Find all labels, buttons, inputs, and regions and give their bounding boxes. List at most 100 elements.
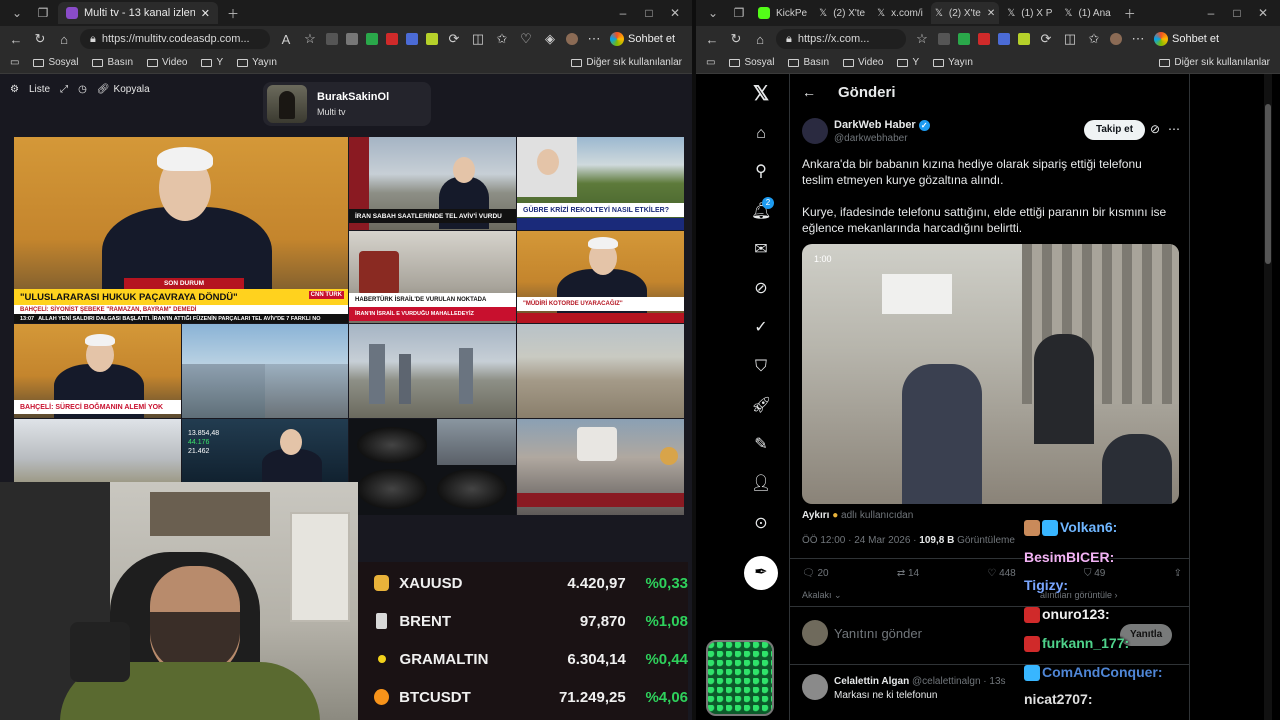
extension-icon[interactable] (326, 33, 338, 45)
streamer-profile-card[interactable]: BurakSakinOl Multi tv (263, 82, 431, 126)
post-video[interactable]: 1:00 (802, 244, 1179, 504)
bookmark-action[interactable]: ⛉ 49 (1084, 568, 1105, 579)
channel-tile[interactable] (182, 324, 348, 418)
repost-action[interactable]: ⇄ 14 (897, 568, 919, 579)
timer-button[interactable]: ◷ (78, 84, 87, 95)
sync-icon[interactable]: ⟳ (1038, 31, 1054, 47)
bookmarks-toggle-icon[interactable]: ▭ (706, 57, 715, 68)
commenter-avatar[interactable] (802, 674, 828, 700)
tab-x[interactable]: 𝕏 (2) X'te (815, 2, 869, 24)
grok-explain-icon[interactable]: ⊘ (1150, 122, 1160, 136)
articles-icon[interactable]: ✎ (751, 435, 771, 455)
close-window-icon[interactable]: ✕ (1252, 6, 1274, 20)
workspaces-icon[interactable]: ❐ (32, 6, 54, 20)
more-circle-icon[interactable]: ⊙ (751, 514, 771, 534)
video-source[interactable]: Aykırı ● adlı kullanıcıdan (802, 510, 913, 521)
scrollbar-thumb[interactable] (1265, 104, 1271, 264)
channel-tile-main[interactable]: SON DURUM "ULUSLARARASI HUKUK PAÇAVRAYA … (14, 137, 348, 323)
verified-icon[interactable]: ✓ (751, 318, 771, 338)
tab-x[interactable]: 𝕏 (1) Ana (1060, 2, 1114, 24)
bookmark-folder[interactable]: Video (843, 57, 883, 68)
bookmark-folder[interactable]: Sosyal (729, 57, 774, 68)
channel-tile[interactable]: 13.854,48 44.176 21.462 (182, 419, 348, 485)
home-icon[interactable]: ⌂ (751, 124, 771, 144)
close-tab-icon[interactable]: ✕ (201, 7, 210, 20)
post-more-icon[interactable]: ⋯ (1168, 122, 1180, 136)
profile-avatar-icon[interactable] (1110, 33, 1122, 45)
maximize-icon[interactable]: □ (638, 6, 660, 20)
collections-icon[interactable]: ♡ (518, 31, 534, 47)
extension-icon[interactable] (998, 33, 1010, 45)
profile-icon[interactable]: 👤︎ (751, 474, 771, 494)
bookmark-folder[interactable]: Basın (92, 57, 133, 68)
bookmark-folder[interactable]: Y (897, 57, 919, 68)
tab-x-active[interactable]: 𝕏 (2) X'te ✕ (930, 2, 1000, 24)
bookmarks-toggle-icon[interactable]: ▭ (10, 57, 19, 68)
back-icon[interactable]: ← (704, 32, 720, 47)
messages-icon[interactable]: ✉ (751, 240, 771, 260)
fullscreen-button[interactable]: ⤢ (60, 84, 68, 95)
search-icon[interactable]: ⚲ (751, 162, 771, 182)
extension-icon[interactable] (406, 33, 418, 45)
channel-tile[interactable] (517, 324, 684, 418)
tab-menu-icon[interactable]: ⌄ (702, 6, 724, 20)
extension-icon[interactable] (958, 33, 970, 45)
copilot-chat-button[interactable]: Sohbet et (1154, 32, 1219, 46)
extension-icon[interactable] (346, 33, 358, 45)
grok-icon[interactable]: ⊘ (751, 279, 771, 299)
follow-button[interactable]: Takip et (1084, 120, 1146, 140)
like-action[interactable]: ♡ 448 (987, 568, 1015, 579)
read-aloud-icon[interactable]: A (278, 32, 294, 47)
close-tab-icon[interactable]: ✕ (987, 8, 995, 19)
extension-icon[interactable] (386, 33, 398, 45)
reply-action[interactable]: 🗨︎ 20 (802, 568, 829, 579)
home-icon[interactable]: ⌂ (752, 32, 768, 47)
list-button[interactable]: Liste (29, 84, 50, 95)
favorites-icon[interactable]: ✩ (494, 31, 510, 47)
extension-icon[interactable] (426, 33, 438, 45)
reply-audience[interactable]: Akalakı ⌄ (802, 590, 842, 601)
scrollbar[interactable] (1264, 74, 1272, 720)
bookmark-folder[interactable]: Y (201, 57, 223, 68)
browser-essentials-icon[interactable]: ◈ (542, 31, 558, 47)
refresh-icon[interactable]: ↻ (32, 31, 48, 47)
bookmark-folder[interactable]: Video (147, 57, 187, 68)
new-tab-icon[interactable]: ＋ (1119, 5, 1141, 22)
profile-avatar-icon[interactable] (566, 33, 578, 45)
tab-x[interactable]: 𝕏 (1) X P (1003, 2, 1056, 24)
favorite-star-icon[interactable]: ☆ (914, 31, 930, 47)
bookmark-folder[interactable]: Yayın (933, 57, 973, 68)
compose-post-button[interactable]: ✒ (744, 556, 778, 590)
copilot-chat-button[interactable]: Sohbet et (610, 32, 675, 46)
rocket-icon[interactable]: 🚀︎ (751, 396, 771, 416)
channel-tile[interactable]: HABERTÜRK İSRAİL'DE VURULAN NOKTADA İRAN… (349, 231, 516, 323)
minimize-icon[interactable]: – (612, 6, 634, 20)
commenter-name[interactable]: Celalettin Algan (834, 676, 909, 687)
more-icon[interactable]: ⋯ (1130, 31, 1146, 47)
extension-icon[interactable] (366, 33, 378, 45)
channel-tile[interactable]: BAHÇELİ: SÜRECİ BOĞMANIN ALEMİ YOK (14, 324, 181, 418)
reply-input[interactable]: Yanıtını gönder (834, 626, 922, 641)
copy-button[interactable]: 🔗︎ Kopyala (97, 84, 150, 95)
channel-tile[interactable] (517, 419, 684, 515)
address-bar[interactable]: 🔒︎ https://multitv.codeasdp.com... (80, 29, 270, 49)
bookmark-folder[interactable]: Yayın (237, 57, 277, 68)
address-bar[interactable]: 🔒︎ https://x.com... (776, 29, 906, 49)
split-screen-icon[interactable]: ◫ (470, 31, 486, 47)
channel-tile[interactable]: GÜBRE KRİZİ REKOLTEYİ NASIL ETKİLER? (517, 137, 684, 230)
notifications-bell-icon[interactable]: 🔔︎ 2 (751, 197, 774, 222)
home-icon[interactable]: ⌂ (56, 32, 72, 47)
favorite-star-icon[interactable]: ☆ (302, 31, 318, 47)
author-avatar[interactable] (802, 118, 828, 144)
close-window-icon[interactable]: ✕ (664, 6, 686, 20)
favorites-icon[interactable]: ✩ (1086, 31, 1102, 47)
author-name[interactable]: DarkWeb Haber ✓ (834, 119, 930, 131)
tab-kick[interactable]: KickPe (754, 2, 811, 24)
minimize-icon[interactable]: – (1200, 6, 1222, 20)
back-icon[interactable]: ← (8, 32, 24, 47)
bookmarks-icon[interactable]: ⛉ (751, 357, 771, 377)
settings-button[interactable]: ⚙ (10, 84, 19, 95)
refresh-icon[interactable]: ↻ (728, 31, 744, 47)
channel-tile[interactable] (349, 324, 516, 418)
channel-tile[interactable] (349, 419, 516, 515)
